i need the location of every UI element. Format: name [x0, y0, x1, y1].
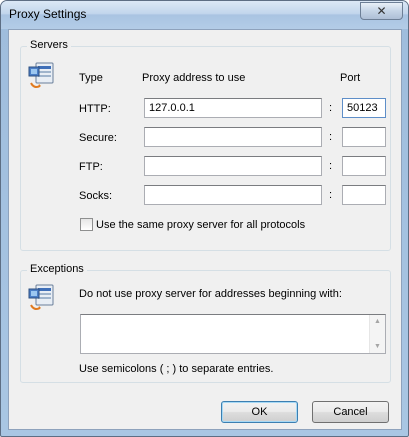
close-icon: ✕ [376, 4, 387, 18]
secure-port-separator: : [329, 131, 333, 143]
proxy-settings-dialog: Proxy Settings ✕ Servers Type Proxy addr… [0, 0, 409, 437]
socks-label: Socks: [79, 190, 113, 202]
exceptions-group: Exceptions Do not use proxy server for a… [20, 263, 391, 383]
exceptions-hint: Use semicolons ( ; ) to separate entries… [79, 363, 274, 375]
ok-button[interactable]: OK [221, 401, 298, 423]
same-proxy-checkbox[interactable] [80, 218, 93, 231]
scroll-up-icon[interactable]: ▲ [374, 318, 381, 325]
port-column-header: Port [340, 72, 361, 84]
exceptions-scrollbar[interactable]: ▲ ▼ [369, 315, 385, 353]
window-title: Proxy Settings [9, 7, 87, 21]
socks-port-separator: : [329, 189, 333, 201]
ftp-port-separator: : [329, 160, 333, 172]
close-button[interactable]: ✕ [360, 2, 403, 20]
secure-port-field[interactable] [342, 127, 386, 147]
http-label: HTTP: [79, 103, 111, 115]
same-proxy-label: Use the same proxy server for all protoc… [96, 219, 306, 231]
scroll-down-icon[interactable]: ▼ [374, 343, 381, 350]
servers-group-label: Servers [27, 39, 71, 51]
exceptions-textarea[interactable]: ▲ ▼ [80, 314, 386, 354]
ftp-label: FTP: [79, 161, 103, 173]
network-computer-icon [28, 284, 54, 310]
socks-port-field[interactable] [342, 185, 386, 205]
http-address-field[interactable]: 127.0.0.1 [144, 98, 322, 118]
exceptions-group-label: Exceptions [27, 263, 87, 275]
type-column-header: Type [79, 72, 103, 84]
cancel-button[interactable]: Cancel [312, 401, 389, 423]
network-computer-icon [28, 62, 54, 88]
dialog-body: Servers Type Proxy address to use Port H… [8, 29, 402, 430]
secure-address-field[interactable] [144, 127, 322, 147]
http-port-separator: : [329, 102, 333, 114]
servers-group: Servers Type Proxy address to use Port H… [20, 39, 391, 251]
title-bar: Proxy Settings ✕ [1, 1, 408, 29]
exceptions-description: Do not use proxy server for addresses be… [79, 288, 342, 300]
socks-address-field[interactable] [144, 185, 322, 205]
address-column-header: Proxy address to use [142, 72, 246, 84]
secure-label: Secure: [79, 132, 117, 144]
ftp-port-field[interactable] [342, 156, 386, 176]
ftp-address-field[interactable] [144, 156, 322, 176]
http-port-field[interactable]: 50123 [342, 98, 386, 118]
